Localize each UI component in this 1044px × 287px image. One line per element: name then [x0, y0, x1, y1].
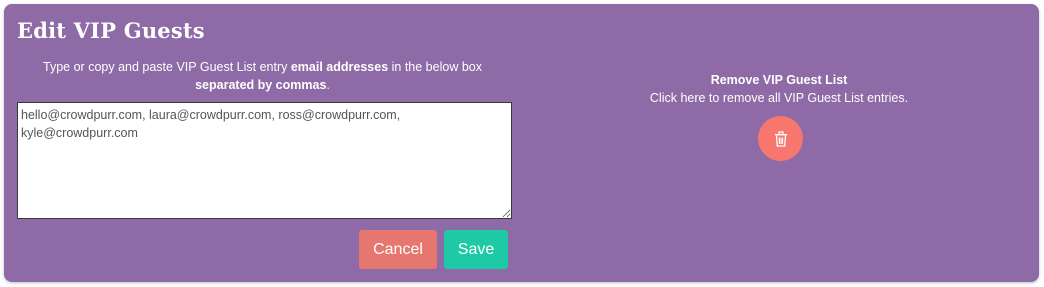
vip-emails-textarea[interactable]: hello@crowdpurr.com, laura@crowdpurr.com… — [17, 102, 512, 219]
save-button[interactable]: Save — [444, 230, 508, 269]
instructions-bold-email: email addresses — [290, 60, 389, 74]
cancel-button[interactable]: Cancel — [359, 230, 437, 269]
instructions-text: Type or copy and paste VIP Guest List en… — [17, 58, 508, 94]
panel-title: Edit VIP Guests — [17, 18, 205, 43]
trash-icon — [774, 130, 788, 147]
instructions-part-2: in the below box — [388, 60, 482, 74]
instructions-bold-commas: separated by commas — [195, 78, 327, 92]
edit-vip-guests-panel: Edit VIP Guests Type or copy and paste V… — [4, 4, 1039, 282]
remove-vip-list-section: Remove VIP Guest List Click here to remo… — [564, 71, 994, 107]
instructions-part-1: Type or copy and paste VIP Guest List en… — [43, 60, 291, 74]
instructions-part-3: . — [326, 78, 330, 92]
remove-vip-list-title: Remove VIP Guest List — [710, 73, 848, 87]
remove-vip-list-description: Click here to remove all VIP Guest List … — [649, 91, 909, 105]
remove-vip-list-button[interactable] — [758, 116, 803, 161]
